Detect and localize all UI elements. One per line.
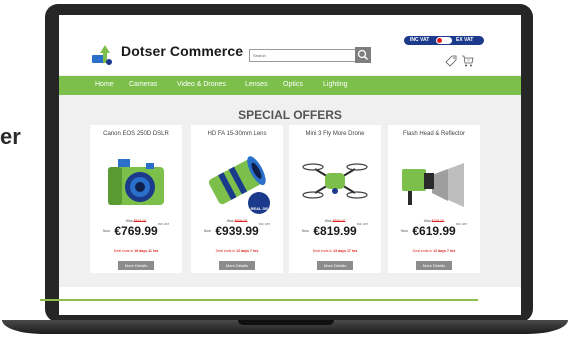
nav-item-cameras[interactable]: Cameras (129, 81, 157, 88)
more-details-button[interactable]: More Details (118, 261, 154, 270)
real-deal-text: REAL DEAL (250, 206, 274, 211)
deal-countdown: Deal ends in 13 days 17 hrs (312, 249, 358, 253)
deal-countdown: Deal ends in 12 days 7 hrs (215, 249, 259, 253)
vat-switch[interactable] (436, 37, 452, 44)
nav-item-lenses[interactable]: Lenses (245, 81, 268, 88)
offers-title: SPECIAL OFFERS (238, 108, 342, 122)
product-name[interactable]: Mini 3 Fly More Drone (289, 131, 381, 137)
main-nav: Home Cameras Video & Drones Lenses Optic… (59, 76, 521, 95)
price-row: Now €939.99INC VAT (203, 222, 271, 238)
nav-item-lighting[interactable]: Lighting (323, 81, 348, 88)
laptop-screen: Dotser Commerce Search INC VAT EX VAT 0 … (59, 15, 521, 315)
price-row: Now €819.99INC VAT (301, 222, 369, 238)
vat-inc-label: INC VAT (410, 37, 430, 43)
product-name[interactable]: Flash Head & Reflector (388, 131, 480, 137)
product-price: €769.99 (114, 223, 158, 238)
product-price: €619.99 (412, 223, 456, 238)
site-header: Dotser Commerce Search INC VAT EX VAT 0 (59, 15, 521, 75)
product-price: €939.99 (215, 223, 259, 238)
laptop-notch (238, 320, 334, 325)
more-details-button[interactable]: More Details (317, 261, 353, 270)
accent-line (40, 299, 478, 301)
deal-countdown: Deal ends in 12 days 7 hrs (412, 249, 456, 253)
nav-item-video-drones[interactable]: Video & Drones (177, 81, 226, 88)
search-icon (357, 49, 369, 61)
search-input[interactable]: Search (249, 49, 369, 62)
product-card[interactable]: Canon EOS 250D DSLR Was €849.00 Now €769… (90, 125, 182, 273)
product-card[interactable]: Mini 3 Fly More Drone Was €869.00 Now €8… (289, 125, 381, 273)
price-row: Now €769.99INC VAT (102, 222, 170, 238)
more-details-button[interactable]: More Details (416, 261, 452, 270)
search-button[interactable] (355, 47, 371, 63)
deal-countdown: Deal ends in 16 days 11 hrs (113, 249, 159, 253)
nav-item-home[interactable]: Home (95, 81, 114, 88)
product-name[interactable]: Canon EOS 250D DSLR (90, 131, 182, 137)
tag-icon[interactable] (444, 54, 458, 68)
logo-icon (92, 45, 112, 65)
lower-band (59, 287, 521, 315)
product-price: €819.99 (313, 223, 357, 238)
brand-name[interactable]: Dotser Commerce (121, 43, 243, 59)
flash-head-image (402, 163, 464, 207)
product-card[interactable]: HD FA 15-30mm Lens Was €999.00 Now €939.… (191, 125, 283, 273)
cart-icon[interactable]: 0 (461, 54, 475, 68)
more-details-button[interactable]: More Details (219, 261, 255, 270)
product-name[interactable]: HD FA 15-30mm Lens (191, 131, 283, 137)
cart-count: 0 (468, 59, 470, 63)
nav-item-optics[interactable]: Optics (283, 81, 303, 88)
price-row: Now €619.99INC VAT (400, 222, 468, 238)
product-card[interactable]: Flash Head & Reflector Was €759.00 Now €… (388, 125, 480, 273)
drone-image (302, 163, 368, 199)
page-side-text: er (0, 124, 21, 149)
camera-image (108, 159, 164, 205)
vat-toggle[interactable]: INC VAT EX VAT (404, 36, 484, 45)
vat-ex-label: EX VAT (456, 37, 474, 43)
